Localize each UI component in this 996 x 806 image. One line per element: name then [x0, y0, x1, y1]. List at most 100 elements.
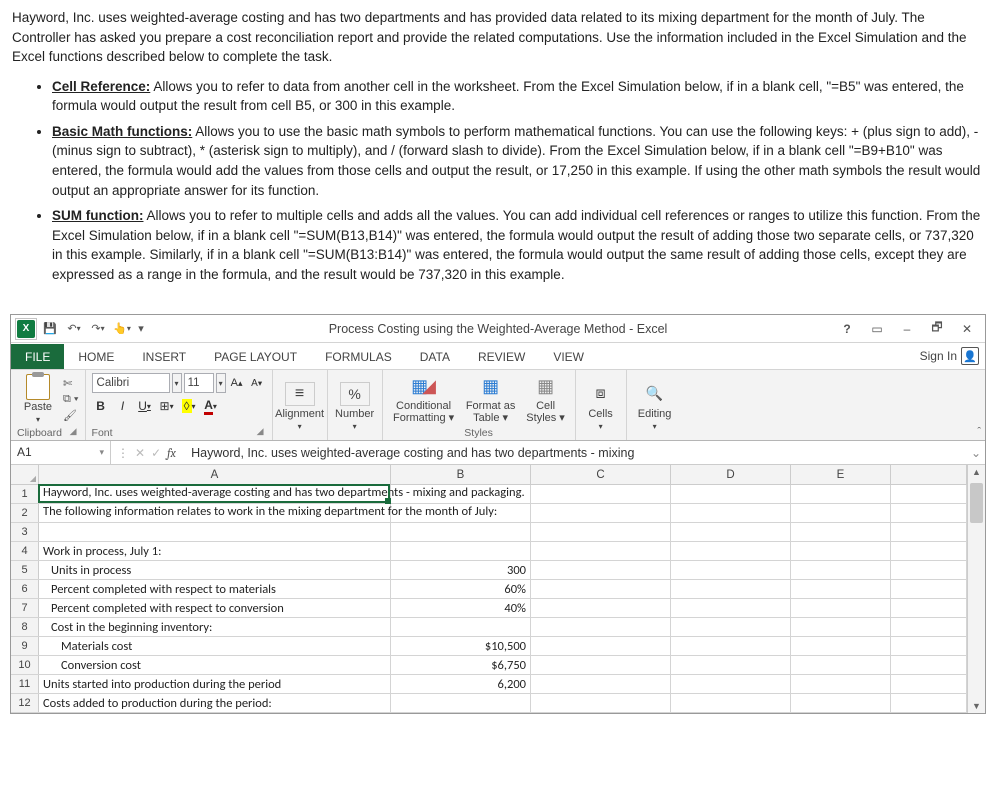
copy-button[interactable]: ⧉ ▾ — [63, 393, 79, 406]
cell[interactable] — [671, 618, 791, 636]
fill-color-button[interactable]: ◊▾ — [180, 397, 198, 415]
col-header-b[interactable]: B — [391, 465, 531, 484]
border-button[interactable]: ⊞ ▾ — [158, 397, 176, 415]
row-header[interactable]: 4 — [11, 542, 39, 560]
decrease-font-button[interactable]: A▾ — [248, 374, 266, 392]
cell[interactable] — [891, 523, 967, 541]
scrollbar-thumb[interactable] — [970, 483, 983, 523]
row-header[interactable]: 8 — [11, 618, 39, 636]
cell[interactable]: Hayword, Inc. uses weighted-average cost… — [39, 485, 391, 503]
qat-touch-button[interactable]: 👆▾ — [111, 318, 133, 340]
row-header[interactable]: 12 — [11, 694, 39, 712]
cell[interactable]: $6,750 — [391, 656, 531, 674]
bold-button[interactable]: B — [92, 397, 110, 415]
scroll-down-icon[interactable]: ▼ — [968, 701, 985, 711]
cell[interactable]: Costs added to production during the per… — [39, 694, 391, 712]
cell[interactable] — [391, 694, 531, 712]
col-header-a[interactable]: A — [39, 465, 391, 484]
cell[interactable] — [531, 637, 671, 655]
tab-review[interactable]: REVIEW — [464, 344, 539, 369]
sign-in-button[interactable]: Sign In👤 — [910, 343, 985, 369]
name-box[interactable]: A1▾ — [11, 441, 111, 465]
cell[interactable] — [791, 637, 891, 655]
cell[interactable] — [791, 523, 891, 541]
cell[interactable]: Percent completed with respect to materi… — [39, 580, 391, 598]
close-button[interactable]: ✕ — [953, 318, 981, 340]
ribbon-display-options-button[interactable]: ▭ — [863, 318, 891, 340]
cell[interactable]: Percent completed with respect to conver… — [39, 599, 391, 617]
row-header[interactable]: 2 — [11, 504, 39, 522]
cell[interactable]: Units in process — [39, 561, 391, 579]
conditional-formatting-button[interactable]: ▦◢ Conditional Formatting ▾ — [389, 373, 459, 425]
enter-formula-icon[interactable]: ✓ — [151, 446, 161, 460]
scroll-up-icon[interactable]: ▲ — [968, 467, 985, 477]
cell[interactable] — [891, 694, 967, 712]
cell[interactable] — [671, 504, 791, 522]
number-button[interactable]: % Number▾ — [334, 380, 376, 432]
tab-home[interactable]: HOME — [64, 344, 128, 369]
cell[interactable]: Materials cost — [39, 637, 391, 655]
italic-button[interactable]: I — [114, 397, 132, 415]
tab-page-layout[interactable]: PAGE LAYOUT — [200, 344, 311, 369]
qat-undo-button[interactable]: ↶▾ — [63, 318, 85, 340]
cell[interactable]: 6,200 — [391, 675, 531, 693]
cell[interactable] — [391, 618, 531, 636]
cell[interactable]: 300 — [391, 561, 531, 579]
cell[interactable] — [671, 485, 791, 503]
cell[interactable] — [671, 637, 791, 655]
select-all-corner[interactable]: ◢ — [11, 465, 39, 484]
cell[interactable] — [671, 580, 791, 598]
font-launcher-icon[interactable]: ◢ — [257, 426, 266, 439]
font-name-selector[interactable]: Calibri — [92, 373, 170, 393]
editing-button[interactable]: 🔍 Editing▾ — [633, 380, 677, 432]
cell[interactable] — [531, 599, 671, 617]
row-header[interactable]: 7 — [11, 599, 39, 617]
cell[interactable] — [671, 675, 791, 693]
cell[interactable] — [671, 656, 791, 674]
font-color-button[interactable]: A ▾ — [202, 397, 220, 415]
cell[interactable]: Units started into production during the… — [39, 675, 391, 693]
cell[interactable]: 60% — [391, 580, 531, 598]
cell[interactable] — [891, 656, 967, 674]
cell[interactable] — [531, 694, 671, 712]
cell[interactable] — [531, 618, 671, 636]
paste-button[interactable]: Paste ▾ — [17, 373, 59, 425]
clipboard-launcher-icon[interactable]: ◢ — [70, 426, 79, 439]
col-header-c[interactable]: C — [531, 465, 671, 484]
cell[interactable] — [531, 542, 671, 560]
cell[interactable]: Cost in the beginning inventory: — [39, 618, 391, 636]
cell[interactable] — [791, 485, 891, 503]
cell[interactable] — [39, 523, 391, 541]
cell[interactable] — [891, 580, 967, 598]
row-header[interactable]: 5 — [11, 561, 39, 579]
qat-customize-button[interactable]: ▾ — [135, 318, 147, 340]
cell[interactable] — [671, 694, 791, 712]
cell[interactable] — [791, 656, 891, 674]
cell[interactable]: Work in process, July 1: — [39, 542, 391, 560]
cell[interactable] — [891, 599, 967, 617]
tab-formulas[interactable]: FORMULAS — [311, 344, 406, 369]
cell[interactable] — [391, 523, 531, 541]
cell[interactable] — [891, 618, 967, 636]
cell[interactable] — [531, 523, 671, 541]
cell[interactable] — [791, 694, 891, 712]
cell[interactable] — [891, 637, 967, 655]
tab-insert[interactable]: INSERT — [128, 344, 200, 369]
row-header[interactable]: 11 — [11, 675, 39, 693]
cell[interactable] — [531, 504, 671, 522]
cell[interactable] — [891, 675, 967, 693]
cell[interactable]: The following information relates to wor… — [39, 504, 391, 522]
cell[interactable] — [671, 599, 791, 617]
row-header[interactable]: 3 — [11, 523, 39, 541]
cancel-formula-icon[interactable]: ✕ — [135, 446, 145, 460]
col-header-d[interactable]: D — [671, 465, 791, 484]
cell[interactable] — [791, 675, 891, 693]
cell[interactable] — [531, 675, 671, 693]
row-header[interactable]: 6 — [11, 580, 39, 598]
cell[interactable] — [671, 561, 791, 579]
collapse-ribbon-icon[interactable]: ˆ — [977, 426, 981, 438]
cell[interactable] — [791, 618, 891, 636]
increase-font-button[interactable]: A▴ — [228, 374, 246, 392]
cell[interactable] — [391, 542, 531, 560]
cell[interactable] — [531, 485, 671, 503]
